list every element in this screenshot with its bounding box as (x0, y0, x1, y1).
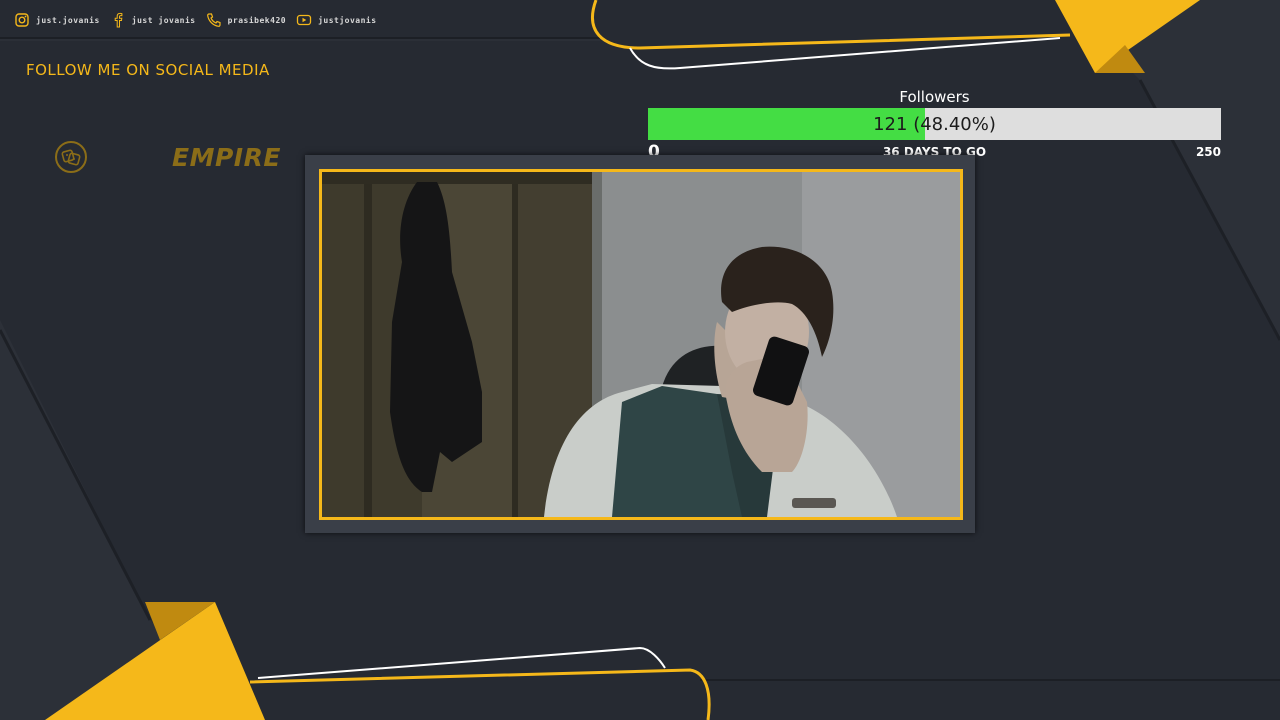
youtube-icon (296, 14, 312, 26)
social-item-phone[interactable]: prasibek420 (206, 12, 286, 28)
social-item-instagram[interactable]: just.jovanis (14, 12, 100, 28)
empire-logo: EMPIRE (54, 140, 281, 174)
social-label-phone: prasibek420 (227, 15, 287, 25)
social-item-youtube[interactable]: justjovanis (296, 12, 376, 28)
goal-value: 121 (48.40%) (873, 113, 996, 135)
instagram-icon (15, 13, 29, 27)
goal-end-label: 250 (1195, 145, 1221, 159)
dice-logo-icon (55, 141, 87, 173)
phone-icon (206, 13, 221, 27)
webcam-frame (319, 169, 963, 520)
social-label-instagram: just.jovanis (36, 15, 100, 25)
facebook-icon (114, 12, 123, 28)
logo-text: EMPIRE (172, 142, 281, 172)
social-bar: just.jovanis just jovanis prasibek420 ju… (0, 0, 600, 40)
social-label-youtube: justjovanis (318, 15, 377, 25)
social-item-facebook[interactable]: just jovanis (110, 12, 196, 28)
goal-title: Followers (899, 88, 970, 106)
social-label-facebook: just jovanis (131, 15, 196, 25)
follow-me-heading: FOLLOW ME ON SOCIAL MEDIA (26, 61, 270, 79)
follower-goal-bar: 121 (48.40%) (648, 108, 1221, 140)
webcam-feed (322, 172, 960, 517)
